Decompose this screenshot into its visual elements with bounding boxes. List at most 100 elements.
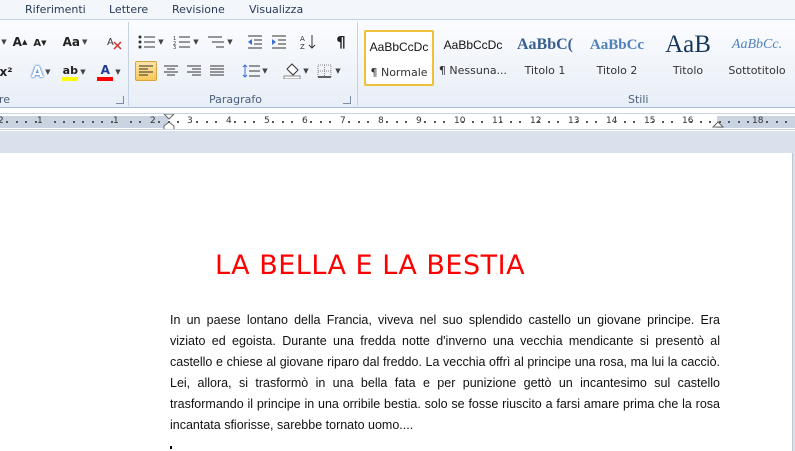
- tab-lettere[interactable]: Lettere: [109, 3, 148, 16]
- show-formatting-marks-button[interactable]: ¶: [331, 32, 351, 52]
- align-left-button[interactable]: [135, 61, 157, 81]
- ruler-tick: [728, 121, 730, 123]
- style-nessuna-spaziatura[interactable]: AaBbCcDc ¶ Nessuna...: [438, 30, 508, 86]
- ruler-tick: [25, 121, 27, 123]
- svg-text:A: A: [300, 35, 305, 43]
- ruler-tick: [272, 121, 274, 123]
- ruler-tick: [291, 121, 293, 123]
- ruler-tick: [319, 121, 322, 123]
- align-right-button[interactable]: [183, 61, 205, 81]
- style-titolo-1[interactable]: AaBbC( Titolo 1: [510, 30, 580, 86]
- superscript-button[interactable]: x²: [0, 62, 14, 82]
- tab-visualizza[interactable]: Visualizza: [249, 3, 303, 16]
- ruler-tick: [110, 121, 113, 123]
- line-spacing-button[interactable]: ▼: [240, 61, 270, 81]
- paint-bucket-icon: [283, 63, 301, 79]
- ruler-tick: [775, 121, 778, 123]
- ruler-number: 4: [226, 116, 232, 126]
- align-center-button[interactable]: [160, 61, 182, 81]
- text-effects-button[interactable]: A ▼: [28, 62, 54, 82]
- line-spacing-icon: [242, 64, 261, 78]
- align-left-icon: [139, 65, 153, 76]
- ruler-tick: [405, 121, 407, 123]
- ruler-tick: [766, 121, 768, 123]
- borders-icon: [317, 64, 332, 78]
- chevron-down-icon: ▼: [335, 67, 341, 75]
- chevron-down-icon: ▼: [158, 38, 164, 46]
- ruler-tick: [652, 121, 654, 123]
- ruler-tick: [91, 121, 94, 123]
- ruler-tick: [386, 121, 388, 123]
- ruler-tick: [34, 121, 37, 123]
- grow-font-button[interactable]: A ▲: [11, 32, 29, 52]
- borders-button[interactable]: ▼: [314, 61, 344, 81]
- svg-text:Z: Z: [300, 43, 305, 50]
- ruler-tick: [205, 121, 208, 123]
- style-sottotitolo[interactable]: AaBbCc. Sottotitolo: [722, 30, 792, 86]
- highlight-color-swatch: [62, 76, 79, 81]
- chevron-down-icon: ▼: [1, 38, 7, 46]
- horizontal-ruler[interactable]: 211234567891011121314151618: [0, 113, 795, 130]
- bullets-button[interactable]: ▼: [136, 32, 166, 52]
- style-normale[interactable]: AaBbCcDc ¶ Normale: [364, 30, 434, 86]
- decrease-indent-button[interactable]: [244, 32, 266, 52]
- ruler-tick: [614, 121, 616, 123]
- ruler-tick: [690, 121, 692, 123]
- font-color-button[interactable]: A ▼: [95, 62, 123, 82]
- style-titolo-2[interactable]: AaBbCc Titolo 2: [582, 30, 652, 86]
- ruler-number: 1: [113, 116, 119, 126]
- sort-button[interactable]: AZ: [297, 32, 319, 52]
- text-cursor: [170, 446, 172, 449]
- ruler-tick: [661, 121, 664, 123]
- ruler-tick: [348, 121, 350, 123]
- paragraph-dialog-launcher[interactable]: [343, 96, 351, 104]
- chevron-down-icon: ▼: [303, 67, 309, 75]
- ruler-tick: [557, 121, 559, 123]
- sort-icon: AZ: [300, 35, 316, 50]
- chevron-down-icon: ▼: [262, 67, 268, 75]
- shrink-font-button[interactable]: A ▼: [32, 33, 48, 53]
- svg-text:3: 3: [173, 45, 176, 49]
- tab-riferimenti[interactable]: Riferimenti: [25, 3, 86, 16]
- numbering-button[interactable]: 1 2 3 ▼: [171, 32, 201, 52]
- ribbon: ▼ A ▲ A ▼ Aa ▼ A x² A ▼ ab ▼ A ▼ re ▼ 1 2 3 ▼ ▼ A…: [0, 20, 795, 108]
- highlight-button[interactable]: ab ▼: [59, 62, 89, 82]
- ruler-tick: [462, 121, 464, 123]
- style-titolo[interactable]: AaB Titolo: [653, 30, 723, 86]
- ruler-tick: [158, 121, 160, 123]
- increase-indent-button[interactable]: [268, 32, 290, 52]
- document-title[interactable]: LA BELLA E LA BESTIA: [215, 250, 525, 281]
- ruler-tick: [471, 121, 474, 123]
- tab-revisione[interactable]: Revisione: [172, 3, 225, 16]
- ruler-number: 3: [187, 116, 193, 126]
- ruler-number: 8: [378, 116, 384, 126]
- ruler-tick: [595, 121, 597, 123]
- font-color-swatch: [97, 77, 114, 81]
- ruler-number: 9: [416, 116, 422, 126]
- ruler-tick: [243, 121, 246, 123]
- ruler-number: 7: [340, 116, 346, 126]
- font-dialog-launcher[interactable]: [116, 96, 124, 104]
- ruler-tick: [737, 121, 740, 123]
- ruler-tick: [139, 121, 141, 123]
- justify-button[interactable]: [206, 61, 228, 81]
- document-body-paragraph[interactable]: In un paese lontano della Francia, vivev…: [170, 310, 720, 436]
- change-case-button[interactable]: Aa ▼: [61, 32, 89, 52]
- ruler-tick: [6, 121, 8, 123]
- multilevel-list-button[interactable]: ▼: [205, 32, 235, 52]
- ruler-tick: [253, 121, 255, 123]
- ruler-tick: [424, 121, 426, 123]
- ruler-tick: [15, 121, 18, 123]
- clear-formatting-icon: A: [107, 37, 122, 50]
- clear-formatting-button[interactable]: A: [104, 32, 124, 52]
- ruler-tick: [357, 121, 360, 123]
- ribbon-tab-bar: Riferimenti Lettere Revisione Visualizza: [0, 0, 795, 20]
- font-size-dropdown[interactable]: ▼: [0, 32, 9, 52]
- ruler-tick: [443, 121, 445, 123]
- ruler-tick: [281, 121, 284, 123]
- styles-group-label: Stili: [628, 93, 649, 106]
- shading-button[interactable]: ▼: [281, 61, 311, 81]
- paragraph-group-label: Paragrafo: [209, 93, 262, 106]
- ruler-number: 2: [0, 116, 4, 126]
- ruler-tick: [63, 121, 65, 123]
